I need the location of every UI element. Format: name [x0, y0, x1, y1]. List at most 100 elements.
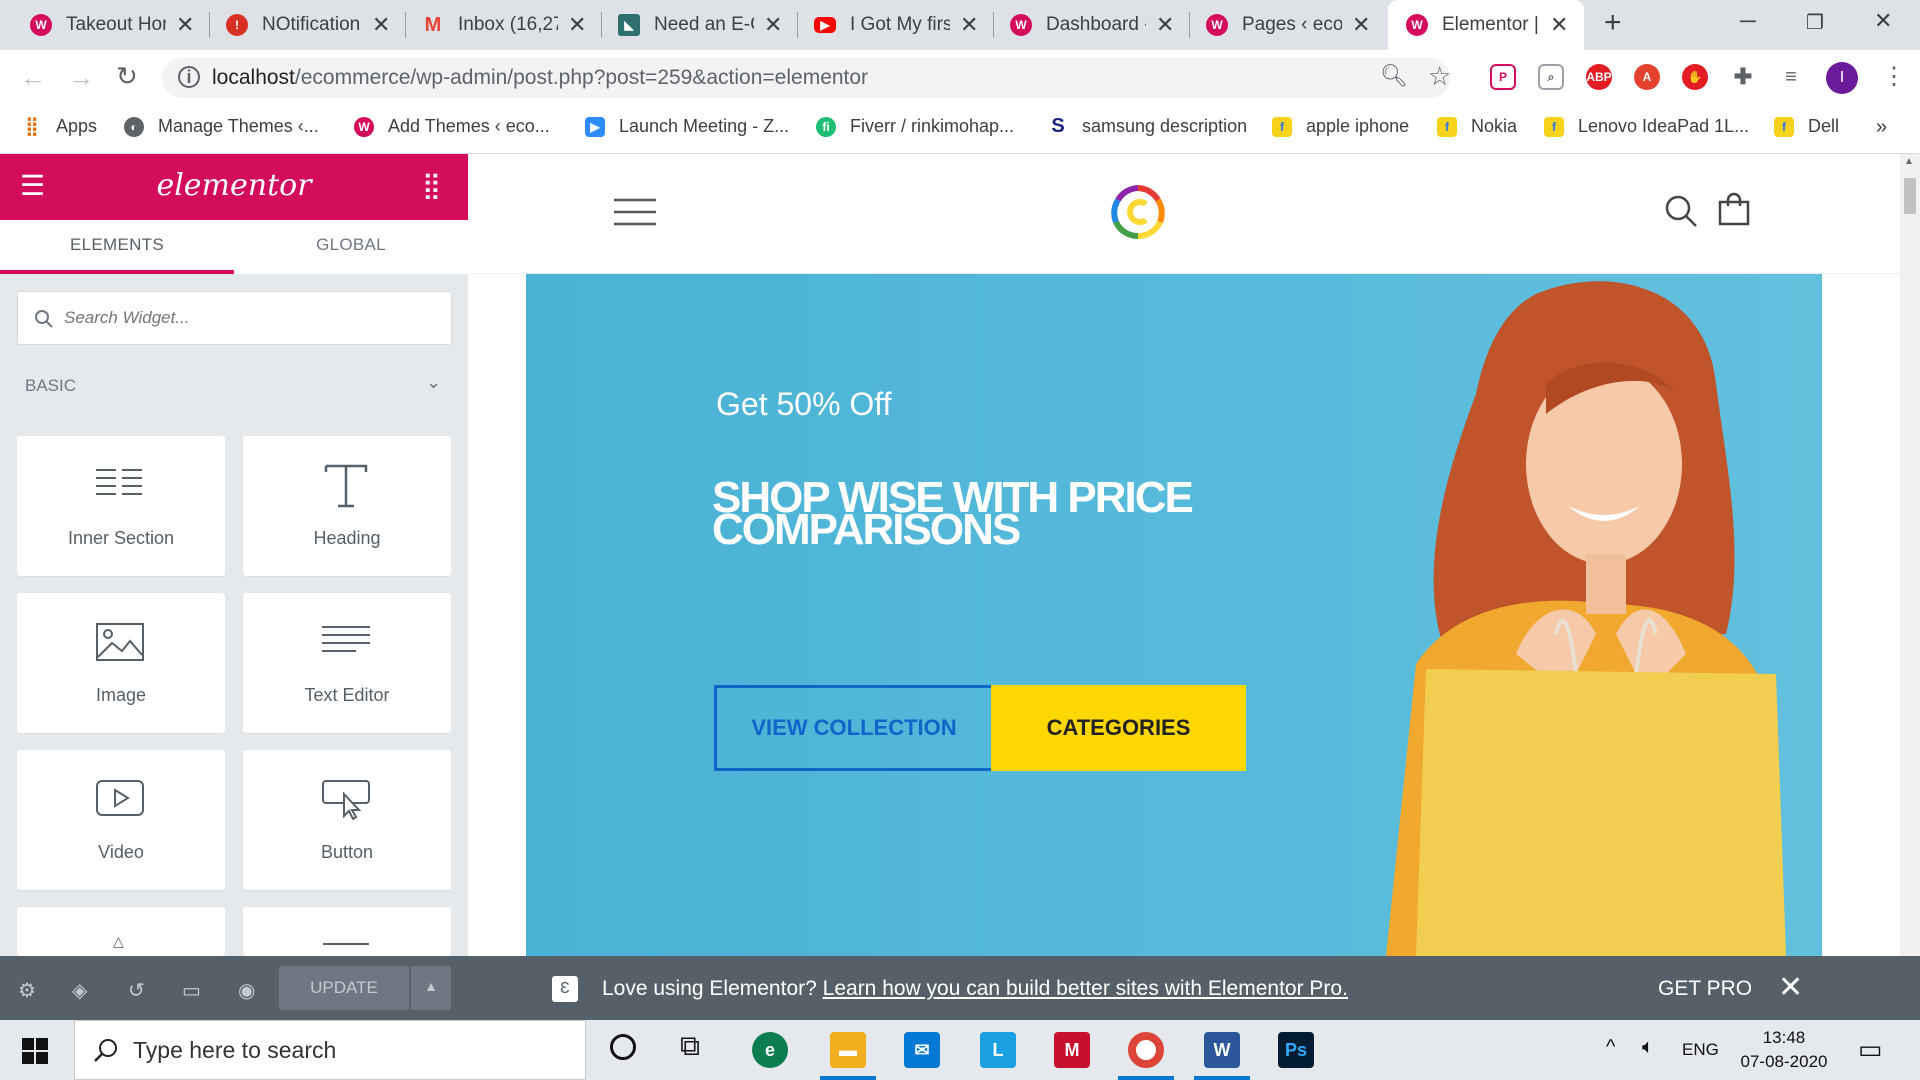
browser-tab-strip: W Takeout Hom ✕ ! NOtification ✕ M Inbox… — [0, 0, 1920, 50]
tab-global[interactable]: GLOBAL — [234, 220, 468, 274]
volume-icon[interactable]: 🔈︎ — [1642, 1036, 1654, 1059]
navigator-layers-icon[interactable]: ◈ — [72, 978, 87, 1003]
chevron-down-icon[interactable]: ⌄ — [426, 372, 441, 393]
widget-partial-left[interactable]: △ — [17, 907, 225, 956]
url-text[interactable]: localhost/ecommerce/wp-admin/post.php?po… — [212, 66, 868, 90]
tab-elementor-active[interactable]: W Elementor | E ✕ — [1388, 0, 1584, 50]
tab-elements[interactable]: ELEMENTS — [0, 220, 234, 274]
widget-heading[interactable]: Heading — [243, 436, 451, 576]
tray-chevron-up-icon[interactable]: ^ — [1606, 1036, 1615, 1059]
categories-button[interactable]: CATEGORIES — [991, 685, 1246, 771]
get-pro-link[interactable]: GET PRO — [1658, 977, 1752, 1001]
abp-icon[interactable]: ABP — [1586, 64, 1612, 90]
promo-link[interactable]: Learn how you can build better sites wit… — [823, 977, 1348, 1000]
new-tab-icon[interactable]: + — [1604, 6, 1622, 40]
save-options-button[interactable]: ▲ — [411, 966, 451, 1010]
site-info-icon[interactable]: i — [178, 66, 200, 88]
puzzle-icon[interactable]: ✚ — [1730, 64, 1756, 90]
taskbar-clock[interactable]: 13:48 07-08-2020 — [1732, 1026, 1836, 1074]
bookmark-apps[interactable]: ⣿ Apps — [22, 116, 97, 137]
windows-start-icon[interactable] — [22, 1038, 48, 1064]
close-tab-icon[interactable]: ✕ — [960, 12, 978, 38]
media-icon[interactable]: ≡ — [1778, 64, 1804, 90]
word-icon[interactable]: W — [1204, 1032, 1240, 1068]
bookmark-nokia[interactable]: f Nokia — [1437, 116, 1517, 137]
bookmark-star-icon[interactable]: ☆ — [1428, 61, 1451, 92]
tab-youtube[interactable]: ▶ I Got My firs ✕ — [798, 0, 993, 50]
stop-icon[interactable]: ✋ — [1682, 64, 1708, 90]
task-view-icon[interactable]: ⧉ — [680, 1030, 700, 1063]
preview-eye-icon[interactable]: ◉ — [238, 978, 255, 1003]
widget-inner-section[interactable]: Inner Section — [17, 436, 225, 576]
chrome-icon[interactable] — [1128, 1032, 1164, 1068]
reload-icon[interactable]: ↻ — [116, 61, 138, 92]
notifications-icon[interactable]: ▭ — [1858, 1034, 1883, 1065]
cortana-icon[interactable] — [610, 1034, 636, 1060]
widget-button[interactable]: Button — [243, 750, 451, 890]
settings-gear-icon[interactable]: ⚙ — [18, 978, 36, 1003]
minimize-icon[interactable]: ─ — [1740, 8, 1756, 34]
close-tab-icon[interactable]: ✕ — [372, 12, 390, 38]
mail-icon[interactable]: ✉ — [904, 1032, 940, 1068]
tab-need-ecommerce[interactable]: ◣ Need an E-C ✕ — [602, 0, 797, 50]
mcafee-icon[interactable]: M — [1054, 1032, 1090, 1068]
close-promo-icon[interactable]: ✕ — [1778, 970, 1803, 1005]
search-widget-input[interactable] — [64, 306, 434, 330]
close-tab-icon[interactable]: ✕ — [176, 12, 194, 38]
close-tab-icon[interactable]: ✕ — [1156, 12, 1174, 38]
edge-icon[interactable]: e — [752, 1032, 788, 1068]
close-tab-icon[interactable]: ✕ — [568, 12, 586, 38]
scroll-up-icon[interactable]: ▲ — [1904, 156, 1914, 167]
file-explorer-icon[interactable]: ▬ — [830, 1032, 866, 1068]
tab-notification[interactable]: ! NOtification ✕ — [210, 0, 405, 50]
preview-scrollbar[interactable] — [1900, 154, 1920, 956]
bookmark-lenovo[interactable]: f Lenovo IdeaPad 1L... — [1544, 116, 1749, 137]
responsive-desktop-icon[interactable]: ▭ — [182, 978, 201, 1003]
tab-dashboard[interactable]: W Dashboard ‹ ✕ — [994, 0, 1189, 50]
bookmark-manage-themes[interactable]: ◐ Manage Themes ‹... — [124, 116, 319, 137]
flipkart-icon: f — [1437, 116, 1457, 137]
tab-gmail-inbox[interactable]: M Inbox (16,27 ✕ — [406, 0, 601, 50]
apps-grid-icon: ⣿ — [25, 116, 39, 136]
screenshot-icon[interactable]: ⌕ — [1538, 64, 1564, 90]
bookmark-fiverr[interactable]: fi Fiverr / rinkimohap... — [816, 116, 1014, 137]
widget-partial-right[interactable] — [243, 907, 451, 956]
bookmark-dell[interactable]: f Dell — [1774, 116, 1839, 137]
scroll-thumb[interactable] — [1904, 178, 1916, 214]
profile-avatar[interactable]: I — [1826, 62, 1858, 94]
close-tab-icon[interactable]: ✕ — [1352, 12, 1370, 38]
bookmark-zoom[interactable]: ▶ Launch Meeting - Z... — [585, 116, 789, 137]
widgets-grid-icon[interactable]: ⣿ — [422, 170, 441, 201]
taskbar-search[interactable]: Type here to search — [74, 1020, 586, 1080]
menu-kebab-icon[interactable]: ⋮ — [1882, 62, 1906, 91]
photoshop-icon[interactable]: Ps — [1278, 1032, 1314, 1068]
l-app-icon[interactable]: L — [980, 1032, 1016, 1068]
site-cart-bag-icon[interactable] — [1718, 192, 1750, 226]
more-bookmarks-icon[interactable]: » — [1876, 116, 1887, 139]
widget-video[interactable]: Video — [17, 750, 225, 890]
tab-pages[interactable]: W Pages ‹ econ ✕ — [1190, 0, 1385, 50]
widget-text-editor[interactable]: Text Editor — [243, 593, 451, 733]
history-icon[interactable]: ↺ — [128, 978, 145, 1003]
language-indicator[interactable]: ENG — [1682, 1040, 1719, 1060]
window-close-icon[interactable]: ✕ — [1874, 8, 1892, 34]
widget-image[interactable]: Image — [17, 593, 225, 733]
site-hamburger-icon[interactable] — [614, 198, 656, 226]
bookmark-apple-iphone[interactable]: f apple iphone — [1272, 116, 1409, 137]
category-basic[interactable]: BASIC — [25, 376, 76, 396]
zoom-icon[interactable]: 🔍︎ — [1380, 63, 1408, 89]
close-tab-icon[interactable]: ✕ — [1550, 12, 1568, 38]
spacer-icon — [323, 943, 369, 945]
back-icon[interactable]: ← — [20, 62, 46, 93]
update-button[interactable]: UPDATE — [279, 966, 409, 1010]
site-search-icon[interactable] — [1664, 194, 1698, 228]
close-tab-icon[interactable]: ✕ — [764, 12, 782, 38]
restore-icon[interactable]: ❐ — [1806, 10, 1824, 35]
bookmark-samsung[interactable]: Ssamsung description — [1048, 115, 1247, 137]
bookmark-add-themes[interactable]: W Add Themes ‹ eco... — [354, 116, 550, 137]
forward-icon[interactable]: → — [68, 62, 94, 93]
adobe-icon[interactable]: A — [1634, 64, 1660, 90]
view-collection-button[interactable]: VIEW COLLECTION — [714, 685, 994, 771]
tab-takeout[interactable]: W Takeout Hom ✕ — [0, 0, 205, 50]
pocket-icon[interactable]: P — [1490, 64, 1516, 90]
